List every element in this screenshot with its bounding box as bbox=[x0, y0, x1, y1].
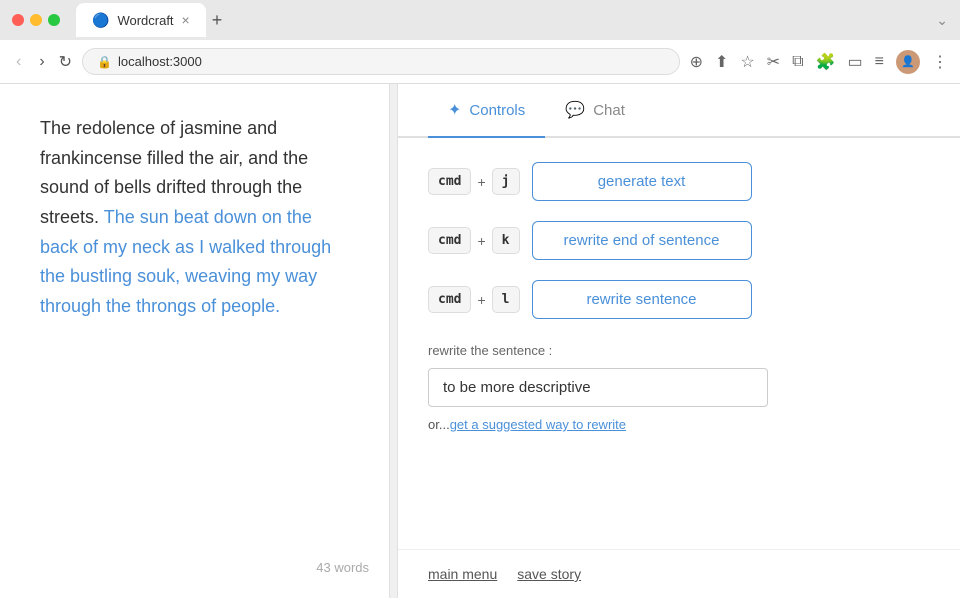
plus-3: + bbox=[477, 292, 485, 308]
cmd-key-2: cmd bbox=[428, 227, 471, 254]
sparkle-icon: ✦ bbox=[448, 100, 461, 120]
panel-tabs: ✦ Controls 💬 Chat bbox=[398, 84, 960, 138]
rewrite-input[interactable] bbox=[428, 368, 768, 407]
rewrite-or: or...get a suggested way to rewrite bbox=[428, 417, 930, 432]
minimize-button[interactable] bbox=[30, 14, 42, 26]
active-tab[interactable]: 🔵 Wordcraft × bbox=[76, 3, 206, 37]
controls-panel: ✦ Controls 💬 Chat cmd + j generate bbox=[398, 84, 960, 598]
reading-list-icon[interactable]: ≡ bbox=[875, 53, 884, 71]
cut-icon[interactable]: ✂ bbox=[767, 52, 780, 72]
tab-favicon: 🔵 bbox=[92, 12, 109, 29]
tab-title: Wordcraft bbox=[117, 13, 173, 28]
main-menu-link[interactable]: main menu bbox=[428, 566, 497, 582]
main-content: The redolence of jasmine and frankincens… bbox=[0, 84, 960, 598]
lock-icon: 🔒 bbox=[97, 55, 112, 69]
nav-icons: ⊕ ⬆ ☆ ✂ ⧉ 🧩 ▭ ≡ 👤 ⋮ bbox=[690, 50, 948, 74]
k-key: k bbox=[492, 227, 520, 254]
more-options-icon[interactable]: ⋮ bbox=[932, 52, 948, 72]
copy-icon[interactable]: ⧉ bbox=[792, 53, 803, 71]
refresh-button[interactable]: ↻ bbox=[59, 52, 72, 72]
maximize-button[interactable] bbox=[48, 14, 60, 26]
word-count: 43 words bbox=[316, 557, 369, 578]
close-button[interactable] bbox=[12, 14, 24, 26]
rewrite-label: rewrite the sentence : bbox=[428, 343, 930, 358]
tab-controls-label: Controls bbox=[469, 102, 525, 119]
tab-controls[interactable]: ✦ Controls bbox=[428, 84, 545, 138]
tab-chat[interactable]: 💬 Chat bbox=[545, 84, 645, 138]
zoom-icon[interactable]: ⊕ bbox=[690, 52, 703, 72]
editor-panel[interactable]: The redolence of jasmine and frankincens… bbox=[0, 84, 390, 598]
new-tab-button[interactable]: + bbox=[212, 10, 223, 31]
tab-chat-label: Chat bbox=[593, 102, 625, 119]
cmd-key-3: cmd bbox=[428, 286, 471, 313]
chat-icon: 💬 bbox=[565, 100, 585, 120]
suggest-rewrite-link[interactable]: get a suggested way to rewrite bbox=[450, 417, 626, 432]
control-row-rewrite: cmd + l rewrite sentence bbox=[428, 280, 930, 319]
url-bar[interactable]: 🔒 localhost:3000 bbox=[82, 48, 680, 75]
bookmark-icon[interactable]: ☆ bbox=[740, 52, 754, 72]
shortcut-rewrite-end: cmd + k bbox=[428, 227, 520, 254]
rewrite-sentence-button[interactable]: rewrite sentence bbox=[532, 280, 752, 319]
generate-text-button[interactable]: generate text bbox=[532, 162, 752, 201]
back-button[interactable]: ‹ bbox=[12, 49, 25, 75]
scroll-divider bbox=[390, 84, 398, 598]
sidebar-icon[interactable]: ▭ bbox=[848, 52, 863, 72]
save-story-link[interactable]: save story bbox=[517, 566, 581, 582]
plus-1: + bbox=[477, 174, 485, 190]
rewrite-end-button[interactable]: rewrite end of sentence bbox=[532, 221, 752, 260]
window-chevron-icon: ⌄ bbox=[936, 12, 948, 29]
tab-bar: 🔵 Wordcraft × + bbox=[76, 3, 928, 37]
control-row-generate: cmd + j generate text bbox=[428, 162, 930, 201]
tab-close-button[interactable]: × bbox=[182, 12, 190, 28]
shortcut-rewrite: cmd + l bbox=[428, 286, 520, 313]
panel-footer: main menu save story bbox=[398, 549, 960, 598]
rewrite-section: rewrite the sentence : or...get a sugges… bbox=[428, 343, 930, 432]
browser-window: 🔵 Wordcraft × + ⌄ ‹ › ↻ 🔒 localhost:3000… bbox=[0, 0, 960, 598]
shortcut-generate: cmd + j bbox=[428, 168, 520, 195]
control-row-rewrite-end: cmd + k rewrite end of sentence bbox=[428, 221, 930, 260]
forward-button[interactable]: › bbox=[35, 49, 48, 75]
l-key: l bbox=[492, 286, 520, 313]
controls-body: cmd + j generate text cmd + k rewrite en… bbox=[398, 138, 960, 549]
j-key: j bbox=[492, 168, 520, 195]
avatar[interactable]: 👤 bbox=[896, 50, 920, 74]
cmd-key-1: cmd bbox=[428, 168, 471, 195]
url-text: localhost:3000 bbox=[118, 54, 202, 69]
nav-bar: ‹ › ↻ 🔒 localhost:3000 ⊕ ⬆ ☆ ✂ ⧉ 🧩 ▭ ≡ 👤… bbox=[0, 40, 960, 84]
extensions-icon[interactable]: 🧩 bbox=[816, 52, 836, 72]
traffic-lights bbox=[12, 14, 60, 26]
plus-2: + bbox=[477, 233, 485, 249]
title-bar: 🔵 Wordcraft × + ⌄ bbox=[0, 0, 960, 40]
share-icon[interactable]: ⬆ bbox=[715, 52, 728, 72]
